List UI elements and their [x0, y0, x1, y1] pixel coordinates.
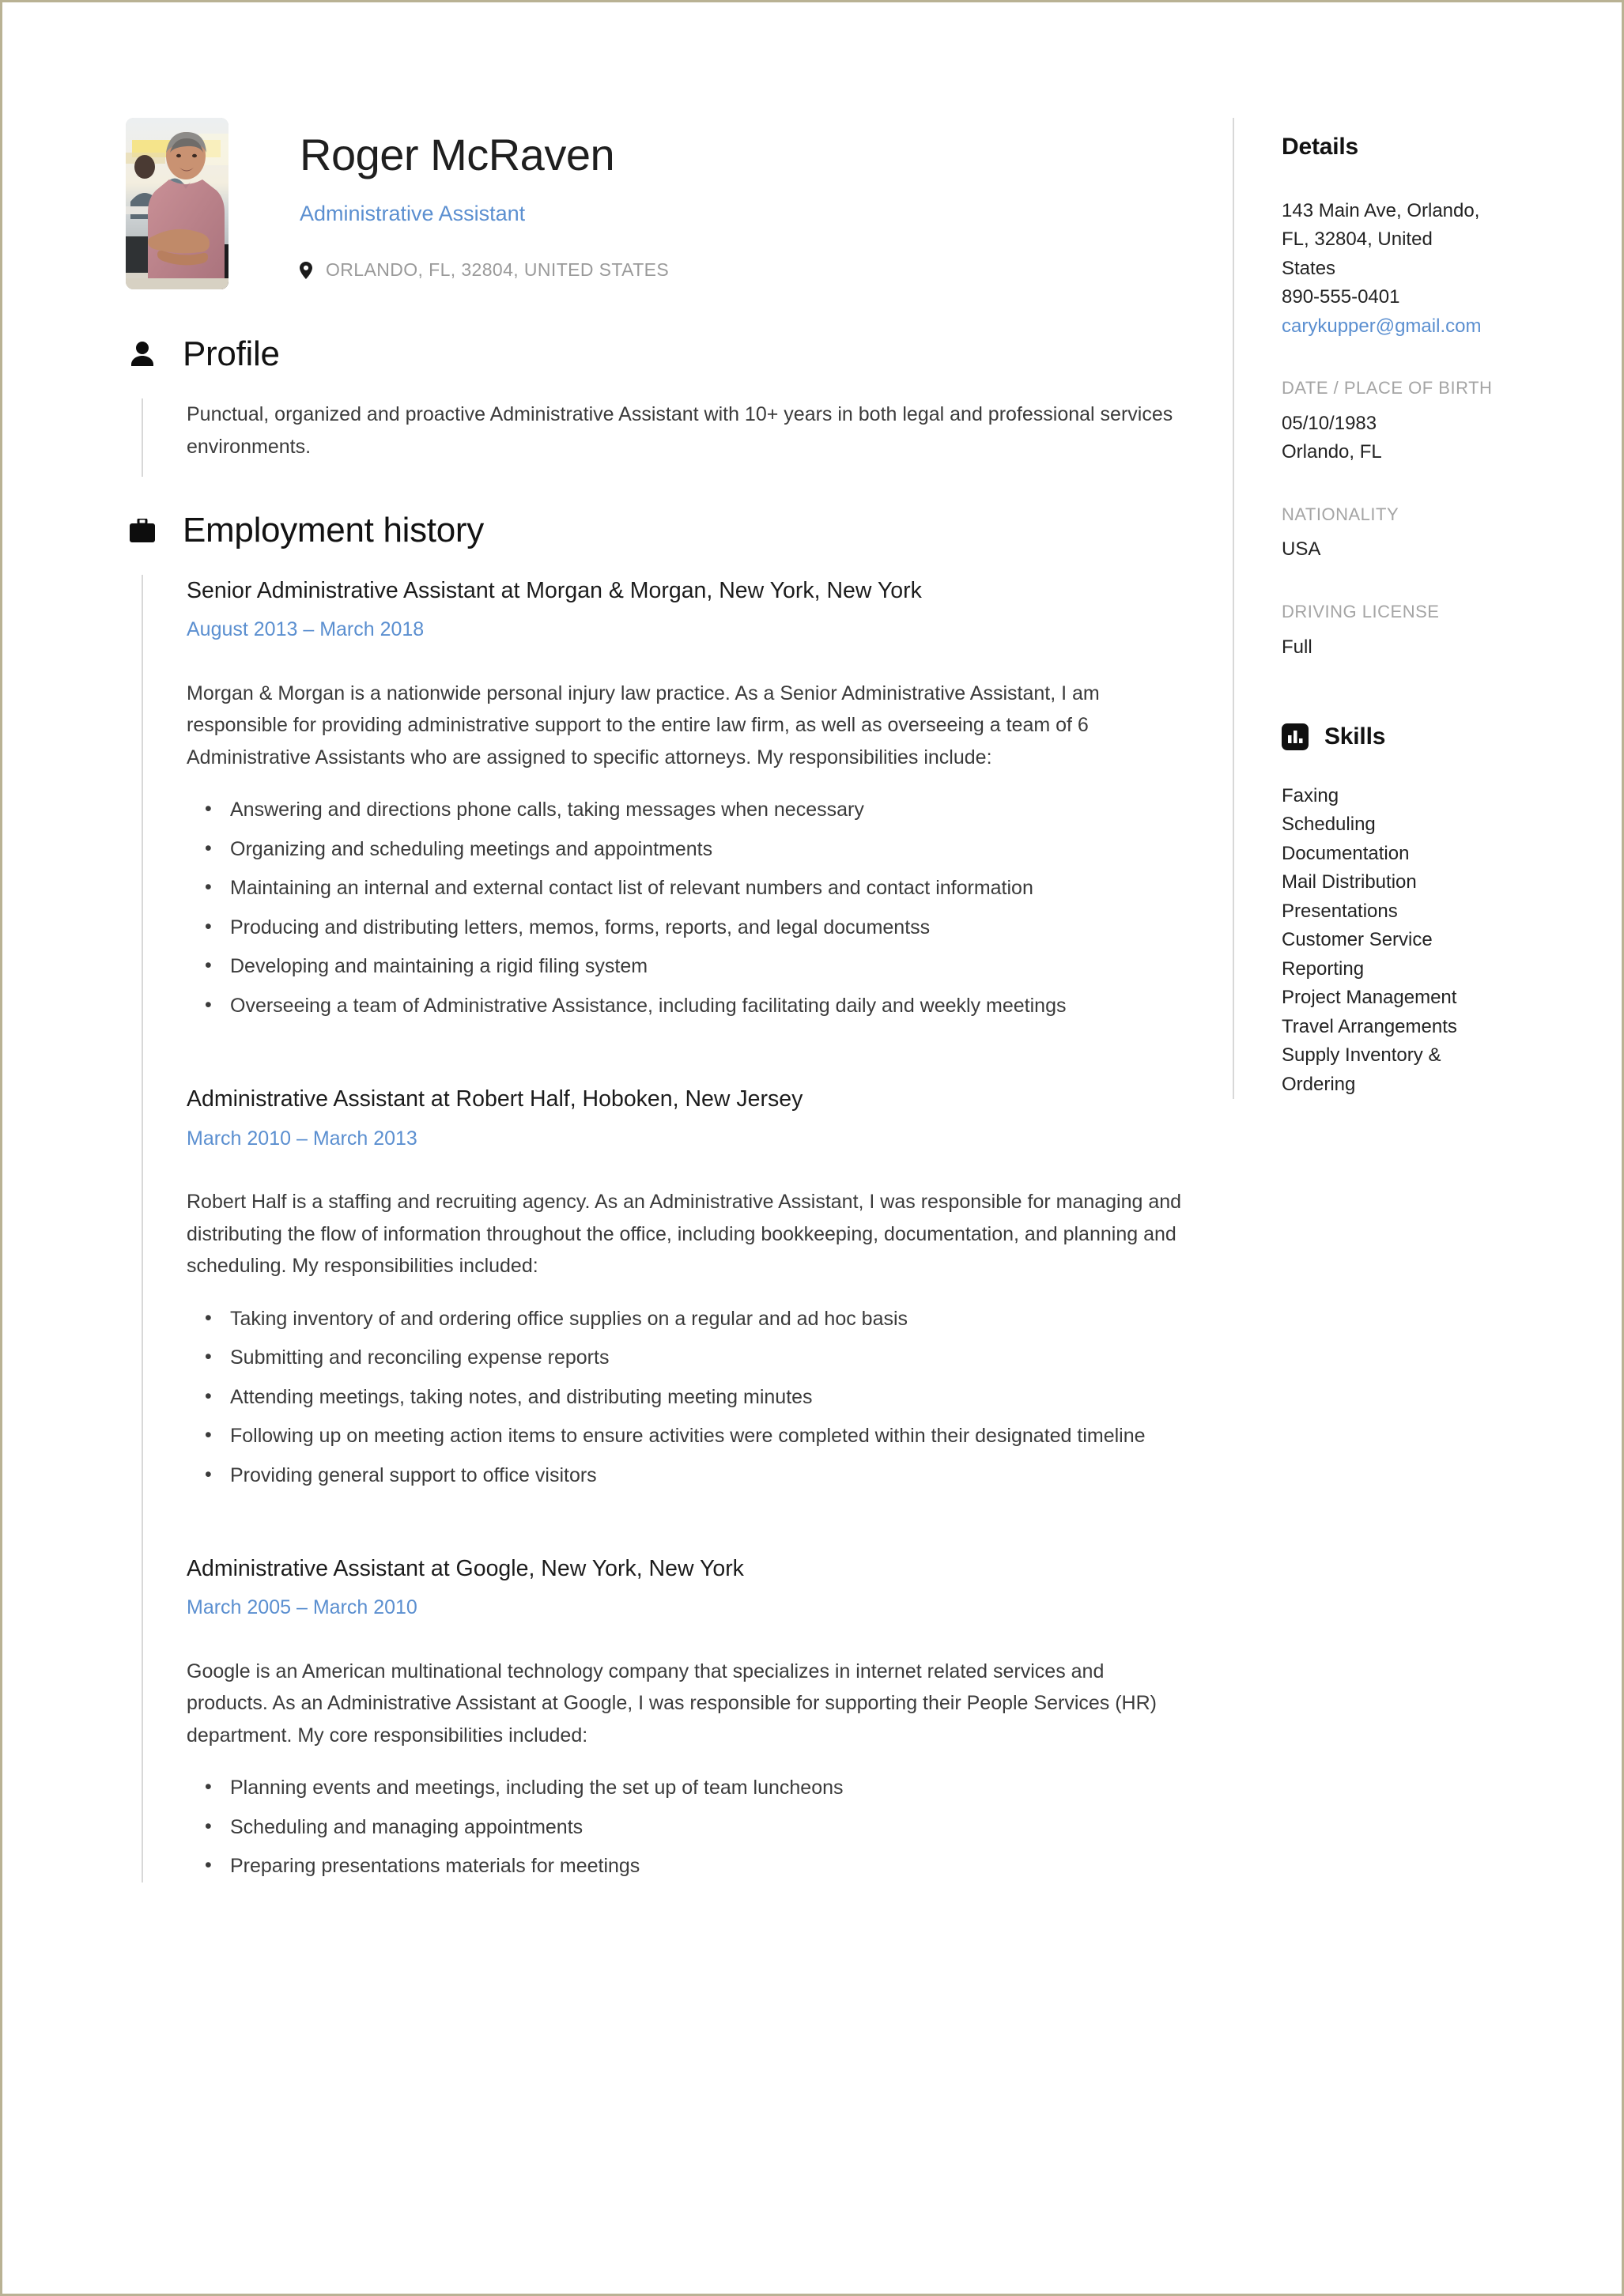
employment-entry: Administrative Assistant at Robert Half,… — [187, 1083, 1185, 1491]
briefcase-icon — [126, 514, 159, 547]
nationality-label: NATIONALITY — [1282, 504, 1399, 524]
resume-sheet: Roger McRaven Administrative Assistant O… — [7, 7, 1620, 2203]
skill-item: Faxing — [1282, 785, 1339, 806]
profile-section-heading: Profile — [126, 337, 1185, 372]
main-column: Roger McRaven Administrative Assistant O… — [126, 118, 1233, 1890]
job-dates: March 2005 – March 2010 — [187, 1596, 417, 1619]
address-line-1: 143 Main Ave, Orlando, — [1282, 200, 1480, 221]
list-item: Producing and distributing letters, memo… — [205, 911, 1185, 944]
job-bullets: Taking inventory of and ordering office … — [187, 1302, 1185, 1492]
address-line-3: States — [1282, 257, 1336, 279]
profile-section-title: Profile — [183, 334, 280, 373]
job-heading: Senior Administrative Assistant at Morga… — [187, 578, 922, 603]
sidebar: Details 143 Main Ave, Orlando, FL, 32804… — [1233, 118, 1533, 1100]
bar-chart-icon — [1282, 723, 1309, 750]
employment-block: Senior Administrative Assistant at Morga… — [142, 575, 1185, 1882]
header-job-title: Administrative Assistant — [300, 201, 526, 225]
job-bullets: Planning events and meetings, including … — [187, 1771, 1185, 1882]
page-title: Roger McRaven — [300, 130, 615, 179]
job-bullets: Answering and directions phone calls, ta… — [187, 793, 1185, 1022]
header-text: Roger McRaven Administrative Assistant O… — [228, 118, 669, 281]
list-item: Submitting and reconciling expense repor… — [205, 1341, 1185, 1374]
driving-license-label: DRIVING LICENSE — [1282, 601, 1440, 621]
details-title: Details — [1282, 134, 1358, 160]
skills-title: Skills — [1324, 723, 1386, 750]
list-item: Answering and directions phone calls, ta… — [205, 793, 1185, 826]
phone-number: 890-555-0401 — [1282, 286, 1400, 308]
person-icon — [126, 338, 159, 371]
skill-item: Supply Inventory & — [1282, 1044, 1441, 1067]
list-item: Preparing presentations materials for me… — [205, 1849, 1185, 1882]
resume-header: Roger McRaven Administrative Assistant O… — [126, 118, 1185, 289]
employment-entry: Senior Administrative Assistant at Morga… — [187, 575, 1185, 1021]
job-description: Morgan & Morgan is a nationwide personal… — [187, 682, 1100, 768]
list-item: Taking inventory of and ordering office … — [205, 1302, 1185, 1335]
skills-section-heading: Skills — [1282, 723, 1533, 750]
skill-item: Presentations — [1282, 900, 1398, 922]
profile-text: Punctual, organized and proactive Admini… — [187, 403, 1173, 458]
list-item: Planning events and meetings, including … — [205, 1771, 1185, 1804]
skill-item: Project Management — [1282, 987, 1457, 1009]
employment-section-heading: Employment history — [126, 513, 1185, 548]
dob-date: 05/10/1983 — [1282, 412, 1377, 434]
list-item: Maintaining an internal and external con… — [205, 871, 1185, 904]
skill-item: Ordering — [1282, 1073, 1356, 1095]
skill-item: Customer Service — [1282, 929, 1433, 951]
job-dates: August 2013 – March 2018 — [187, 618, 425, 641]
list-item: Attending meetings, taking notes, and di… — [205, 1380, 1185, 1414]
job-description: Google is an American multinational tech… — [187, 1660, 1157, 1747]
job-dates: March 2010 – March 2013 — [187, 1127, 417, 1150]
list-item: Overseeing a team of Administrative Assi… — [205, 989, 1185, 1022]
resume-page: Roger McRaven Administrative Assistant O… — [0, 0, 1624, 2296]
list-item: Following up on meeting action items to … — [205, 1419, 1185, 1452]
list-item: Organizing and scheduling meetings and a… — [205, 833, 1185, 866]
resume-layout: Roger McRaven Administrative Assistant O… — [7, 7, 1620, 1890]
job-description: Robert Half is a staffing and recruiting… — [187, 1191, 1182, 1278]
skill-item: Travel Arrangements — [1282, 1015, 1457, 1037]
skill-item: Mail Distribution — [1282, 871, 1417, 893]
skill-item: Documentation — [1282, 842, 1410, 864]
email-link[interactable]: carykupper@gmail.com — [1282, 312, 1533, 341]
header-location-text: ORLANDO, FL, 32804, UNITED STATES — [326, 259, 670, 281]
dob-place: Orlando, FL — [1282, 441, 1382, 463]
skill-item: Reporting — [1282, 957, 1365, 980]
profile-photo-image — [126, 118, 228, 289]
avatar — [126, 118, 228, 289]
header-location: ORLANDO, FL, 32804, UNITED STATES — [300, 259, 669, 281]
employment-entry: Administrative Assistant at Google, New … — [187, 1553, 1185, 1882]
address-line-2: FL, 32804, United — [1282, 228, 1433, 251]
map-pin-icon — [300, 261, 312, 279]
profile-block: Punctual, organized and proactive Admini… — [142, 398, 1185, 477]
list-item: Scheduling and managing appointments — [205, 1811, 1185, 1844]
employment-section-title: Employment history — [183, 511, 484, 549]
dob-label: DATE / PLACE OF BIRTH — [1282, 378, 1493, 398]
driving-license-value: Full — [1282, 636, 1312, 658]
skill-item: Scheduling — [1282, 814, 1376, 836]
list-item: Providing general support to office visi… — [205, 1459, 1185, 1492]
list-item: Developing and maintaining a rigid filin… — [205, 950, 1185, 983]
nationality-value: USA — [1282, 538, 1321, 561]
job-heading: Administrative Assistant at Robert Half,… — [187, 1086, 803, 1112]
job-heading: Administrative Assistant at Google, New … — [187, 1556, 744, 1582]
